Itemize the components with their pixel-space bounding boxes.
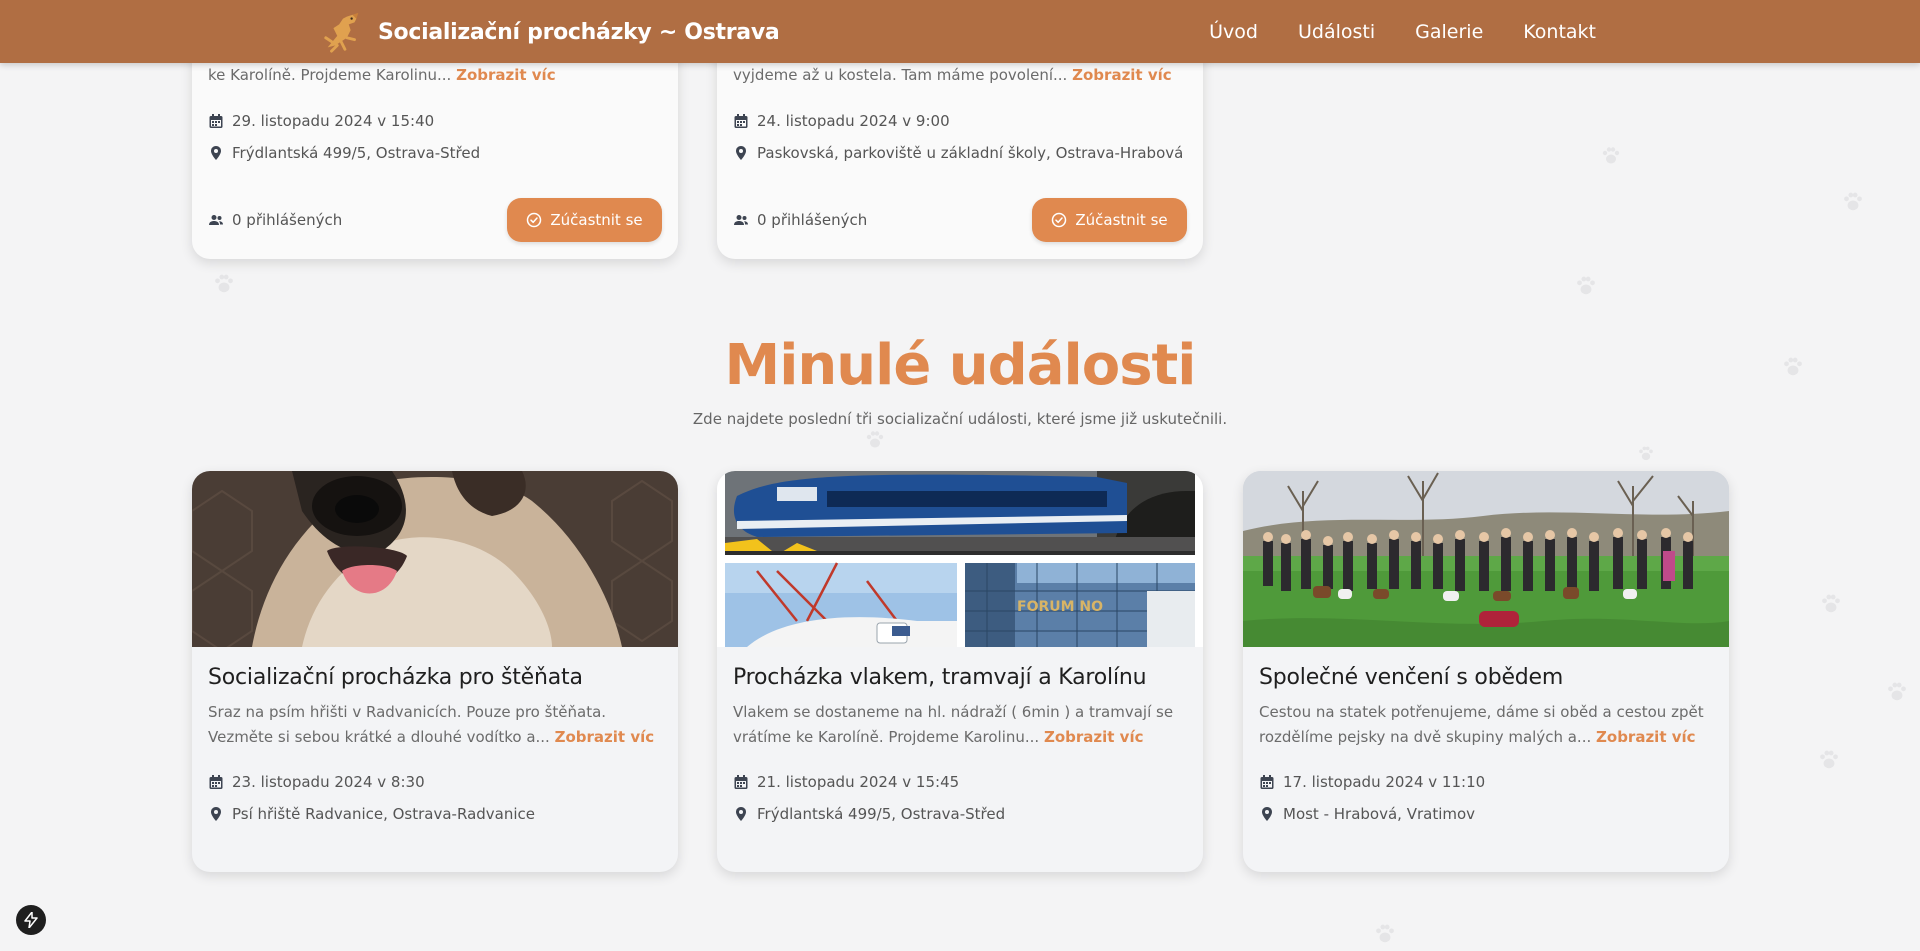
map-pin-icon (1262, 807, 1272, 821)
main-nav: Úvod Události Galerie Kontakt (1169, 0, 1596, 63)
event-date-text: 21. listopadu 2024 v 15:45 (757, 773, 960, 791)
event-date: 21. listopadu 2024 v 15:45 (733, 772, 1187, 792)
event-description-text: vyjdeme až u kostela. Tam máme povolení.… (733, 66, 1068, 84)
paw-print-icon (1573, 272, 1599, 298)
nav-link-kontakt[interactable]: Kontakt (1523, 21, 1596, 43)
puppy-photo (192, 471, 678, 647)
map-pin-icon (736, 807, 746, 821)
paw-print-icon (1599, 143, 1623, 167)
lightning-bolt-icon (24, 912, 38, 928)
nav-link-udalosti[interactable]: Události (1298, 21, 1375, 43)
brand[interactable]: Socializační procházky ~ Ostrava (320, 10, 780, 54)
event-location-text: Frýdlantská 499/5, Ostrava-Střed (232, 143, 481, 162)
event-date: 23. listopadu 2024 v 8:30 (208, 772, 662, 792)
paw-print-icon (1816, 746, 1842, 772)
site-title: Socializační procházky ~ Ostrava (378, 19, 780, 45)
site-header: Socializační procházky ~ Ostrava Úvod Ud… (0, 0, 1920, 63)
paw-print-icon (1818, 590, 1844, 616)
nav-link-uvod[interactable]: Úvod (1209, 21, 1258, 43)
show-more-link[interactable]: Zobrazit víc (456, 66, 556, 84)
check-circle-icon (527, 212, 542, 228)
event-location: Psí hřiště Radvanice, Ostrava-Radvanice (208, 804, 662, 824)
event-title: Socializační procházka pro štěňata (208, 665, 583, 690)
event-location-text: Psí hřiště Radvanice, Ostrava-Radvanice (232, 805, 535, 823)
paw-print-icon (1884, 678, 1910, 704)
event-location: Frýdlantská 499/5, Ostrava-Střed (208, 143, 662, 163)
event-location: Paskovská, parkoviště u základní školy, … (733, 143, 1187, 163)
paw-print-icon (863, 427, 887, 451)
map-pin-icon (736, 145, 746, 160)
join-button-label: Zúčastnit se (1075, 211, 1168, 229)
event-date-text: 29. listopadu 2024 v 15:40 (232, 111, 435, 130)
event-description-text: ke Karolíně. Projdeme Karolinu... (208, 66, 452, 84)
section-subtitle-past: Zde najdete poslední tři socializační ud… (692, 410, 1228, 428)
event-date-text: 24. listopadu 2024 v 9:00 (757, 111, 950, 130)
calendar-icon (734, 113, 748, 128)
users-icon (734, 215, 748, 225)
event-description: Vlakem se dostaneme na hl. nádraží ( 6mi… (733, 700, 1187, 749)
attendee-count: 0 přihlášených (232, 211, 343, 229)
event-title: Společné venčení s obědem (1259, 665, 1564, 690)
event-title: Procházka vlakem, tramvají a Karolínu (733, 665, 1147, 690)
show-more-link[interactable]: Zobrazit víc (555, 728, 655, 746)
calendar-icon (734, 775, 748, 789)
event-description: ke Karolíně. Projdeme Karolinu... Zobraz… (208, 63, 662, 88)
join-button-label: Zúčastnit se (550, 211, 643, 229)
map-pin-icon (211, 807, 221, 821)
past-event-card[interactable]: FORUM NO Procházka vlakem, tramvají a Ka… (717, 471, 1203, 872)
show-more-link[interactable]: Zobrazit víc (1044, 728, 1144, 746)
show-more-link[interactable]: Zobrazit víc (1596, 728, 1696, 746)
join-button[interactable]: Zúčastnit se (1032, 198, 1187, 242)
event-date: 29. listopadu 2024 v 15:40 (208, 111, 662, 131)
calendar-icon (209, 775, 223, 789)
attendee-count: 0 přihlášených (757, 211, 868, 229)
event-location: Most - Hrabová, Vratimov (1259, 804, 1713, 824)
paw-print-icon (1840, 188, 1866, 214)
event-date-text: 17. listopadu 2024 v 11:10 (1283, 773, 1486, 791)
event-date: 24. listopadu 2024 v 9:00 (733, 111, 1187, 131)
dog-logo-icon (324, 12, 359, 53)
join-button[interactable]: Zúčastnit se (507, 198, 662, 242)
quick-action-button[interactable] (16, 905, 46, 935)
event-attendees: 0 přihlášených (733, 210, 867, 230)
users-icon (209, 215, 223, 225)
event-date-text: 23. listopadu 2024 v 8:30 (232, 773, 425, 791)
past-event-card[interactable]: Společné venčení s obědem Cestou na stat… (1243, 471, 1729, 872)
event-description: vyjdeme až u kostela. Tam máme povolení.… (733, 63, 1187, 88)
event-location-text: Paskovská, parkoviště u základní školy, … (757, 143, 1184, 162)
nav-link-galerie[interactable]: Galerie (1415, 21, 1483, 43)
show-more-link[interactable]: Zobrazit víc (1072, 66, 1172, 84)
section-title-past: Minulé události (724, 333, 1196, 398)
past-event-card[interactable]: Socializační procházka pro štěňata Sraz … (192, 471, 678, 872)
event-description: Cestou na statek potřenujeme, dáme si ob… (1259, 700, 1713, 749)
event-location-text: Frýdlantská 499/5, Ostrava-Střed (757, 805, 1006, 823)
event-date: 17. listopadu 2024 v 11:10 (1259, 772, 1713, 792)
event-location: Frýdlantská 499/5, Ostrava-Střed (733, 804, 1187, 824)
event-description: Sraz na psím hřišti v Radvanicích. Pouze… (208, 700, 662, 749)
check-circle-icon (1052, 212, 1067, 228)
calendar-icon (1260, 775, 1274, 789)
event-location-text: Most - Hrabová, Vratimov (1283, 805, 1476, 823)
group-walk-photo (1243, 471, 1729, 647)
forum-sign: FORUM NO (1017, 599, 1103, 615)
paw-print-icon (1636, 443, 1656, 463)
event-attendees: 0 přihlášených (208, 210, 342, 230)
train-tram-collage-photo: FORUM NO (717, 471, 1203, 647)
paw-print-icon (211, 270, 237, 296)
paw-print-icon (1372, 920, 1398, 946)
event-description-text: Sraz na psím hřišti v Radvanicích. Pouze… (208, 703, 607, 746)
map-pin-icon (211, 145, 221, 160)
calendar-icon (209, 113, 223, 128)
